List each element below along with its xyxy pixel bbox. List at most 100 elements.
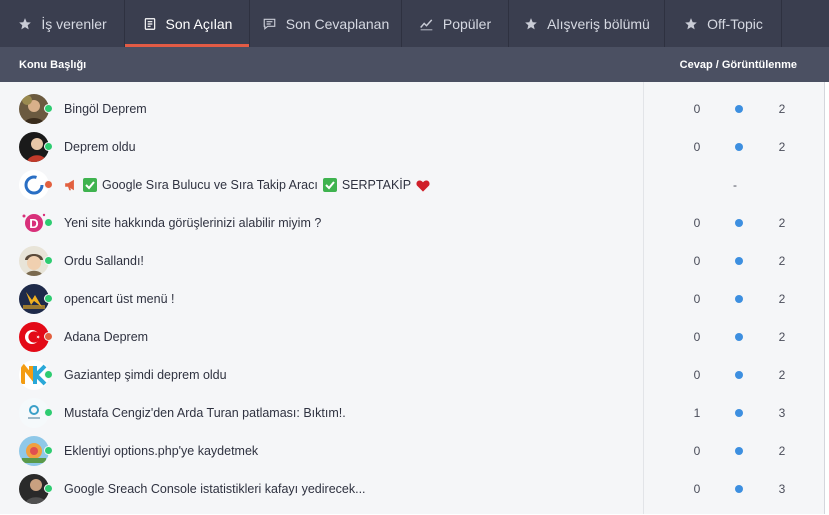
topic-title[interactable]: Eklentiyi options.php'ye kaydetmek <box>64 444 258 458</box>
view-count: 2 <box>778 140 786 154</box>
topic-title[interactable]: Gaziantep şimdi deprem oldu <box>64 368 227 382</box>
stat-separator-dot <box>735 295 743 303</box>
online-status-dot <box>44 484 53 493</box>
reply-count: 0 <box>693 444 701 458</box>
topic-row[interactable]: Mustafa Cengiz'den Arda Turan patlaması:… <box>0 394 824 432</box>
view-count: 2 <box>778 368 786 382</box>
topic-row[interactable]: Google Sreach Console istatistikleri kaf… <box>0 470 824 508</box>
tab-label: Son Cevaplanan <box>285 15 390 32</box>
topic-list: Bingöl Deprem 0 2 Deprem oldu 0 2 Google… <box>0 82 825 514</box>
avatar[interactable] <box>19 94 53 124</box>
stat-separator-dot <box>735 333 743 341</box>
tab-label: Off-Topic <box>707 15 763 32</box>
reply-count: 0 <box>693 140 701 154</box>
avatar[interactable] <box>19 474 53 504</box>
online-status-dot <box>44 294 53 303</box>
tab-label: İş verenler <box>41 15 107 32</box>
online-status-dot <box>44 370 53 379</box>
list-header: Konu Başlığı Cevap / Görüntülenme <box>0 47 829 82</box>
avatar[interactable] <box>19 360 53 390</box>
tab-label: Son Açılan <box>165 15 233 32</box>
tab-label: Alışveriş bölümü <box>547 15 650 32</box>
topic-row[interactable]: Adana Deprem 0 2 <box>0 318 824 356</box>
avatar[interactable] <box>19 322 53 352</box>
tab-label: Popüler <box>442 15 492 32</box>
stat-separator-dot <box>735 485 743 493</box>
stat-separator-dot <box>735 409 743 417</box>
megaphone-icon <box>64 178 78 192</box>
stat-separator-dot <box>735 257 743 265</box>
stats-unavailable: - <box>733 178 737 192</box>
tab-alisveris-bolumu[interactable]: Alışveriş bölümü <box>509 0 665 47</box>
offline-status-dot <box>44 332 53 341</box>
star-icon <box>17 16 33 32</box>
topic-title[interactable]: Google Sıra Bulucu ve Sıra Takip Aracı S… <box>64 178 430 192</box>
topic-row[interactable]: opencart üst menü ! 0 2 <box>0 280 824 318</box>
avatar[interactable]: D <box>19 208 53 238</box>
chat-icon <box>262 16 278 32</box>
topic-title[interactable]: Mustafa Cengiz'den Arda Turan patlaması:… <box>64 406 346 420</box>
reply-count: 0 <box>693 102 701 116</box>
topic-title[interactable]: Bingöl Deprem <box>64 102 147 116</box>
star-icon <box>683 16 699 32</box>
topic-row[interactable]: Google Sıra Bulucu ve Sıra Takip Aracı S… <box>0 166 824 204</box>
reply-count: 0 <box>693 254 701 268</box>
stat-separator-dot <box>735 371 743 379</box>
tab-son-acilan[interactable]: Son Açılan <box>125 0 250 47</box>
online-status-dot <box>44 142 53 151</box>
forum-tabs: İş verenler Son Açılan Son Cevaplanan Po… <box>0 0 829 47</box>
topic-row[interactable]: Deprem oldu 0 2 <box>0 128 824 166</box>
tab-populer[interactable]: Popüler <box>402 0 509 47</box>
tab-off-topic[interactable]: Off-Topic <box>665 0 782 47</box>
avatar[interactable] <box>19 284 53 314</box>
avatar[interactable] <box>19 246 53 276</box>
view-count: 3 <box>778 406 786 420</box>
topic-row[interactable]: D Yeni site hakkında görüşlerinizi alabi… <box>0 204 824 242</box>
view-count: 2 <box>778 330 786 344</box>
tab-is-verenler[interactable]: İş verenler <box>0 0 125 47</box>
avatar[interactable] <box>19 398 53 428</box>
topic-row[interactable]: Bingöl Deprem 0 2 <box>0 90 824 128</box>
stat-separator-dot <box>735 219 743 227</box>
view-count: 3 <box>778 482 786 496</box>
stat-separator-dot <box>735 105 743 113</box>
heart-icon <box>416 178 430 192</box>
topic-title[interactable]: Google Sreach Console istatistikleri kaf… <box>64 482 366 496</box>
topic-title[interactable]: opencart üst menü ! <box>64 292 174 306</box>
topic-title[interactable]: Ordu Sallandı! <box>64 254 144 268</box>
view-count: 2 <box>778 254 786 268</box>
avatar[interactable] <box>19 436 53 466</box>
online-status-dot <box>44 218 53 227</box>
online-status-dot <box>44 408 53 417</box>
reply-count: 1 <box>693 406 701 420</box>
reply-count: 0 <box>693 330 701 344</box>
stat-separator-dot <box>735 143 743 151</box>
document-icon <box>142 16 158 32</box>
view-count: 2 <box>778 292 786 306</box>
star-icon <box>523 16 539 32</box>
topic-title[interactable]: Deprem oldu <box>64 140 136 154</box>
online-status-dot <box>44 104 53 113</box>
topic-row[interactable]: Ordu Sallandı! 0 2 <box>0 242 824 280</box>
check-icon <box>83 178 97 192</box>
svg-text:D: D <box>29 216 38 231</box>
check-icon <box>322 178 337 192</box>
tabs-filler <box>782 0 829 47</box>
avatar[interactable] <box>19 132 53 162</box>
topic-title[interactable]: Yeni site hakkında görüşlerinizi alabili… <box>64 216 321 230</box>
online-status-dot <box>44 256 53 265</box>
view-count: 2 <box>778 444 786 458</box>
avatar[interactable] <box>19 170 53 200</box>
offline-status-dot <box>44 180 53 189</box>
stats-header: Cevap / Görüntülenme <box>679 58 797 71</box>
view-count: 2 <box>778 102 786 116</box>
reply-count: 0 <box>693 216 701 230</box>
reply-count: 0 <box>693 482 701 496</box>
topic-row[interactable]: Gaziantep şimdi deprem oldu 0 2 <box>0 356 824 394</box>
topic-row[interactable]: Eklentiyi options.php'ye kaydetmek 0 2 <box>0 432 824 470</box>
topic-title-header: Konu Başlığı <box>19 58 87 71</box>
online-status-dot <box>44 446 53 455</box>
tab-son-cevaplanan[interactable]: Son Cevaplanan <box>250 0 402 47</box>
reply-count: 0 <box>693 292 701 306</box>
topic-title[interactable]: Adana Deprem <box>64 330 148 344</box>
